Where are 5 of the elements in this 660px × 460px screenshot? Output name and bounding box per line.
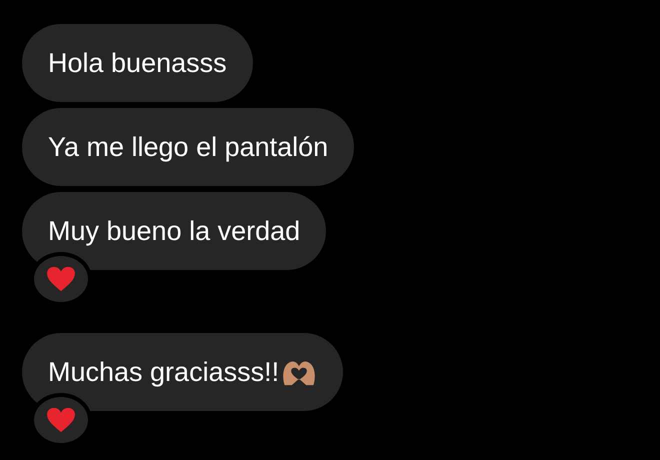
message-text: Hola buenasss <box>48 48 227 78</box>
heart-hands-icon <box>281 358 318 386</box>
message-text: Ya me llego el pantalón <box>48 132 328 162</box>
message-text: Muchas graciasss!! <box>48 356 280 388</box>
message-text: Muy bueno la verdad <box>48 216 300 246</box>
